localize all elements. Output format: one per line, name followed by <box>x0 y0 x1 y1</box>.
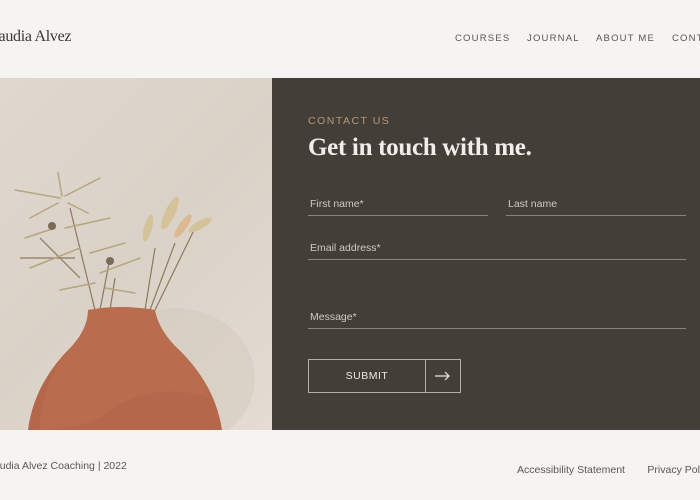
email-field[interactable]: Email address* <box>308 238 686 260</box>
page-title: Get in touch with me. <box>308 134 532 161</box>
vase-image <box>0 78 272 430</box>
footer-links: Accessibility Statement Privacy Policy <box>517 460 700 478</box>
nav-contact[interactable]: CONTACT <box>672 33 700 44</box>
contact-form-panel: CONTACT US Get in touch with me. First n… <box>272 78 700 430</box>
nav-about-me[interactable]: ABOUT ME <box>596 33 672 44</box>
first-name-field[interactable]: First name* <box>308 194 488 216</box>
last-name-placeholder: Last name <box>508 198 558 210</box>
submit-button[interactable]: SUBMIT <box>308 359 461 393</box>
nav-courses[interactable]: COURSES <box>455 33 527 44</box>
first-name-placeholder: First name* <box>310 198 364 210</box>
copyright: Claudia Alvez Coaching | 2022 <box>0 460 127 472</box>
vase-illustration <box>14 172 255 430</box>
last-name-field[interactable]: Last name <box>506 194 686 216</box>
site-logo[interactable]: Claudia Alvez <box>0 28 71 46</box>
arrow-right-icon <box>426 360 460 392</box>
nav-journal[interactable]: JOURNAL <box>527 33 596 44</box>
main-nav: COURSES JOURNAL ABOUT ME CONTACT <box>455 33 700 44</box>
privacy-link[interactable]: Privacy Policy <box>647 464 700 476</box>
message-field[interactable]: Message* <box>308 307 686 329</box>
site-footer: Claudia Alvez Coaching | 2022 Accessibil… <box>0 430 700 500</box>
message-placeholder: Message* <box>310 311 357 323</box>
submit-label: SUBMIT <box>309 360 426 392</box>
email-placeholder: Email address* <box>310 242 381 254</box>
section-eyebrow: CONTACT US <box>308 115 391 127</box>
contact-section: CONTACT US Get in touch with me. First n… <box>0 78 700 430</box>
accessibility-link[interactable]: Accessibility Statement <box>517 464 625 476</box>
site-header: Claudia Alvez COURSES JOURNAL ABOUT ME C… <box>0 0 700 78</box>
